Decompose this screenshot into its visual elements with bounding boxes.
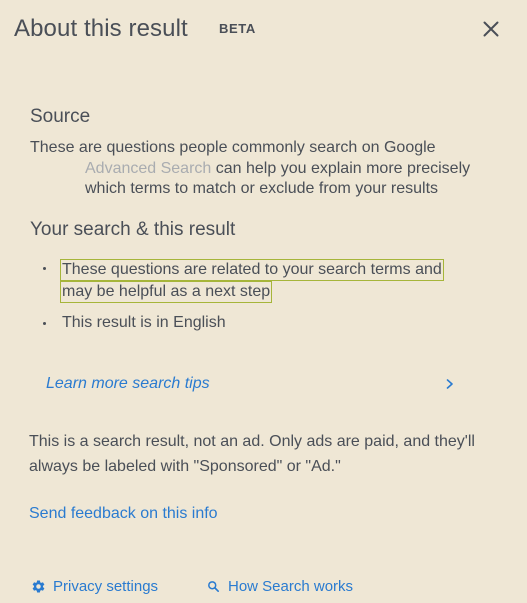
how-search-works-link[interactable]: How Search works xyxy=(206,578,353,595)
source-description: These are questions people commonly sear… xyxy=(30,139,436,156)
source-heading: Source xyxy=(30,106,91,127)
advanced-search-tip: Advanced Search can help you explain mor… xyxy=(85,159,485,199)
learn-more-search-tips-link[interactable]: Learn more search tips xyxy=(46,375,210,393)
search-icon xyxy=(206,579,221,594)
about-this-result-panel: About this result BETA Source These are … xyxy=(0,0,527,603)
highlighted-line-1: These questions are related to your sear… xyxy=(60,259,444,281)
how-search-works-label: How Search works xyxy=(228,578,354,595)
beta-badge: BETA xyxy=(219,21,256,36)
highlighted-line-2: may be helpful as a next step xyxy=(60,281,273,303)
bullet-dot xyxy=(43,322,46,325)
close-button[interactable] xyxy=(478,16,504,42)
privacy-settings-link[interactable]: Privacy settings xyxy=(31,578,158,595)
bullet-dot xyxy=(43,267,46,270)
privacy-settings-label: Privacy settings xyxy=(53,578,159,595)
chevron-right-icon[interactable] xyxy=(444,377,456,391)
panel-title: About this result xyxy=(14,15,188,42)
advanced-search-link[interactable]: Advanced Search xyxy=(85,160,211,177)
gear-icon xyxy=(31,579,46,594)
not-an-ad-note: This is a search result, not an ad. Only… xyxy=(29,433,475,475)
close-icon xyxy=(478,21,504,46)
send-feedback-link[interactable]: Send feedback on this info xyxy=(29,505,218,523)
language-bullet: This result is in English xyxy=(62,314,226,331)
your-search-heading: Your search & this result xyxy=(30,219,236,240)
search-terms-bullet: These questions are related to your sear… xyxy=(60,259,480,303)
